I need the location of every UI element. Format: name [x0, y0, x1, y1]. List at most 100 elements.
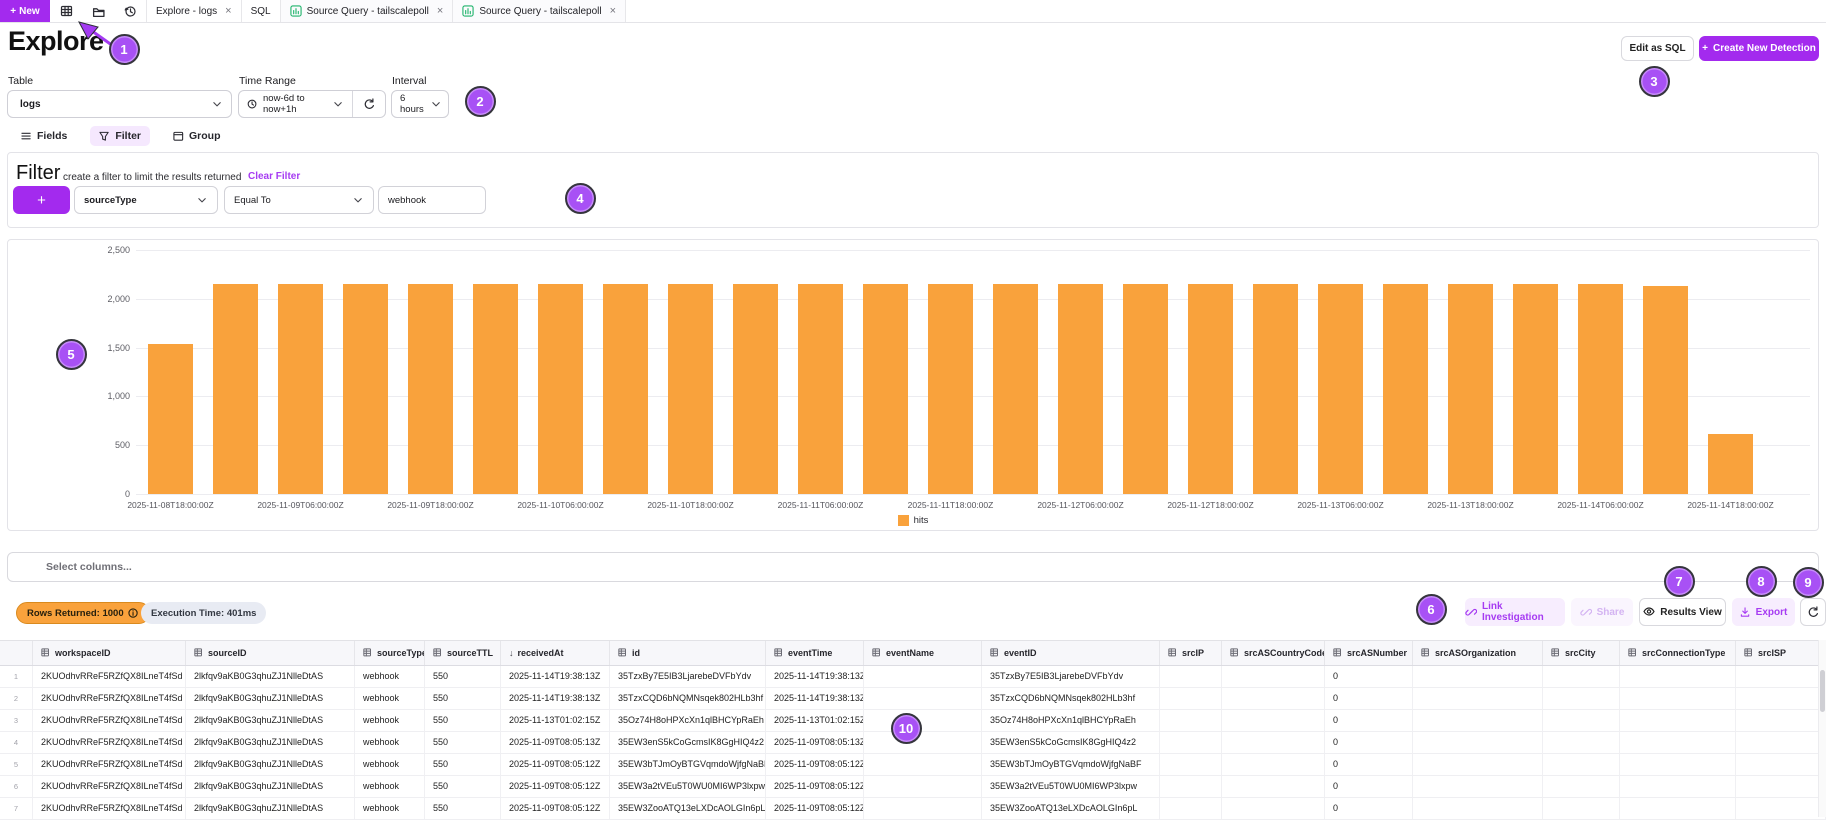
info-icon[interactable]: [128, 608, 139, 619]
tab-source-query-tailscalepoll[interactable]: Source Query - tailscalepoll×: [453, 0, 626, 22]
column-header-srcCity[interactable]: srcCity: [1543, 641, 1620, 665]
table-grid-icon-button[interactable]: [50, 0, 82, 22]
tab-explore-logs[interactable]: Explore - logs×: [146, 0, 242, 22]
chart-bar[interactable]: [1058, 284, 1103, 494]
share-button[interactable]: Share: [1571, 598, 1633, 626]
column-header-srcASCountryCode[interactable]: srcASCountryCode: [1222, 641, 1325, 665]
time-range-refresh-button[interactable]: [352, 91, 385, 117]
results-view-button[interactable]: Results View: [1639, 598, 1726, 626]
view-tab-group[interactable]: Group: [164, 126, 230, 146]
cell-id: 35EW3enS5kCoGcmsIK8GgHIQ4z2: [610, 732, 766, 753]
chart-bar[interactable]: [538, 284, 583, 494]
chart-bar[interactable]: [1513, 284, 1558, 494]
refresh-results-button[interactable]: [1800, 598, 1826, 626]
chart-icon: [462, 5, 474, 17]
view-tab-fields[interactable]: Fields: [12, 126, 76, 146]
cell-srcISP: [1736, 798, 1826, 819]
column-header-id[interactable]: id: [610, 641, 766, 665]
table-row[interactable]: 12KUOdhvRReF5RZfQX8ILneT4fSd2lkfqv9aKB0G…: [0, 666, 1826, 688]
clear-filter-link[interactable]: Clear Filter: [248, 171, 300, 182]
chart-bar[interactable]: [213, 284, 258, 494]
cell-id: 35TzxBy7E5IB3LjarebeDVFbYdv: [610, 666, 766, 687]
link-investigation-button[interactable]: Link Investigation: [1465, 598, 1565, 626]
column-header-srcConnectionType[interactable]: srcConnectionType: [1620, 641, 1736, 665]
cell-eventTime: 2025-11-09T08:05:13Z: [766, 732, 864, 753]
cell-srcASCountryCode: [1222, 710, 1325, 731]
column-header-sourceTTL[interactable]: sourceTTL: [425, 641, 501, 665]
column-header-srcASNumber[interactable]: srcASNumber: [1325, 641, 1413, 665]
row-number: 3: [0, 710, 33, 731]
new-button[interactable]: + New: [0, 0, 50, 22]
cell-srcConnectionType: [1620, 732, 1736, 753]
chart-bar[interactable]: [1253, 284, 1298, 494]
interval-select[interactable]: 6 hours: [391, 90, 449, 118]
view-tab-filter[interactable]: Filter: [90, 126, 150, 146]
annotation-badge-4: 4: [565, 183, 596, 214]
chart-bar[interactable]: [1383, 284, 1428, 494]
chart-bar[interactable]: [733, 284, 778, 494]
select-columns-input[interactable]: Select columns...: [7, 552, 1819, 582]
filter-value-input[interactable]: webhook: [378, 186, 486, 214]
cell-srcISP: [1736, 710, 1826, 731]
add-filter-button[interactable]: +: [13, 186, 70, 214]
time-range-select[interactable]: now-6d to now+1h: [239, 91, 352, 117]
edit-as-sql-button[interactable]: Edit as SQL: [1621, 36, 1694, 61]
close-icon[interactable]: ×: [437, 6, 443, 17]
chart-bar[interactable]: [1123, 284, 1168, 494]
chart-bar[interactable]: [473, 284, 518, 494]
column-header-srcIP[interactable]: srcIP: [1160, 641, 1222, 665]
tab-sql[interactable]: SQL: [242, 0, 281, 22]
chart-bar[interactable]: [1318, 284, 1363, 494]
chart-bar[interactable]: [1448, 284, 1493, 494]
chart-bar[interactable]: [928, 284, 973, 494]
close-icon[interactable]: ×: [225, 6, 231, 17]
table-row[interactable]: 62KUOdhvRReF5RZfQX8ILneT4fSd2lkfqv9aKB0G…: [0, 776, 1826, 798]
cell-srcASOrganization: [1413, 688, 1543, 709]
table-select[interactable]: logs: [7, 90, 232, 118]
column-header-srcASOrganization[interactable]: srcASOrganization: [1413, 641, 1543, 665]
chart-bar[interactable]: [603, 284, 648, 494]
column-header-eventID[interactable]: eventID: [982, 641, 1160, 665]
column-header-receivedAt[interactable]: ↓receivedAt: [501, 641, 610, 665]
column-header-sourceID[interactable]: sourceID: [186, 641, 355, 665]
cell-srcConnectionType: [1620, 798, 1736, 819]
column-header-sourceType[interactable]: sourceType: [355, 641, 425, 665]
column-header-workspaceID[interactable]: workspaceID: [33, 641, 186, 665]
column-header-eventName[interactable]: eventName: [864, 641, 982, 665]
filter-field-select[interactable]: sourceType: [74, 186, 218, 214]
row-number: 2: [0, 688, 33, 709]
column-header-eventTime[interactable]: eventTime: [766, 641, 864, 665]
cell-sourceType: webhook: [355, 666, 425, 687]
close-icon[interactable]: ×: [610, 6, 616, 17]
filter-operator-select[interactable]: Equal To: [224, 186, 374, 214]
cell-srcASNumber: 0: [1325, 732, 1413, 753]
chart-bar[interactable]: [993, 284, 1038, 494]
table-scrollbar-thumb[interactable]: [1820, 670, 1825, 712]
table-row[interactable]: 52KUOdhvRReF5RZfQX8ILneT4fSd2lkfqv9aKB0G…: [0, 754, 1826, 776]
chart-bar[interactable]: [1708, 434, 1753, 494]
export-button[interactable]: Export: [1732, 598, 1795, 626]
history-icon-button[interactable]: [114, 0, 146, 22]
chart-bar[interactable]: [408, 284, 453, 494]
chart-bar[interactable]: [1188, 284, 1233, 494]
column-header-srcISP[interactable]: srcISP: [1736, 641, 1826, 665]
chart-bar[interactable]: [148, 344, 193, 494]
table-row[interactable]: 22KUOdhvRReF5RZfQX8ILneT4fSd2lkfqv9aKB0G…: [0, 688, 1826, 710]
chart-bar[interactable]: [343, 284, 388, 494]
tab-strip: Explore - logs×SQL Source Query - tailsca…: [146, 0, 626, 22]
tab-label: Source Query - tailscalepoll: [307, 6, 429, 17]
sheet-icon: [872, 648, 882, 658]
chart-bar[interactable]: [668, 284, 713, 494]
create-new-detection-button[interactable]: + Create New Detection: [1699, 36, 1819, 61]
chart-bar[interactable]: [1643, 286, 1688, 494]
link-icon: [1465, 606, 1477, 618]
chart-bar[interactable]: [798, 284, 843, 494]
chart-bar[interactable]: [278, 284, 323, 494]
sheet-icon: [433, 648, 443, 658]
chart-bar[interactable]: [863, 284, 908, 494]
chevron-down-icon: [333, 99, 344, 110]
tab-source-query-tailscalepoll[interactable]: Source Query - tailscalepoll ×: [281, 0, 454, 22]
folder-icon-button[interactable]: [82, 0, 114, 22]
interval-label: Interval: [392, 75, 426, 87]
chart-bar[interactable]: [1578, 284, 1623, 494]
